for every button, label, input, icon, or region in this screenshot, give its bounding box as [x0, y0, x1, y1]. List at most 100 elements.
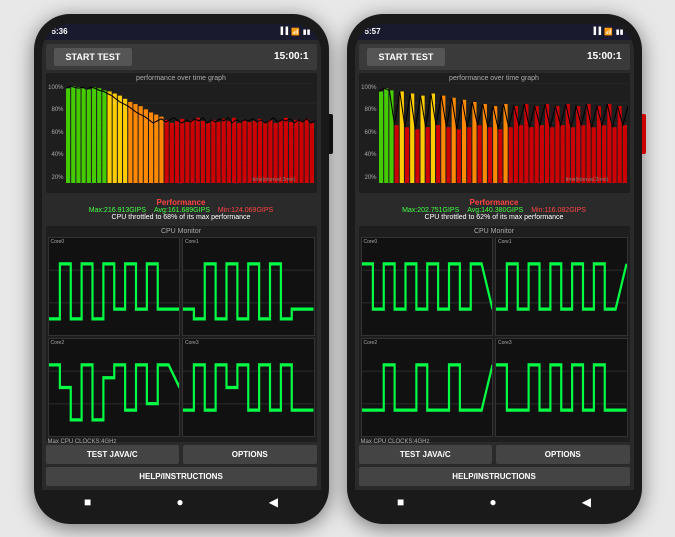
timer-1: 15:00:1 — [274, 51, 308, 62]
cpu-cell-1-3: Core2 — [48, 338, 181, 437]
test-javac-btn-1[interactable]: TEST JAVA/C — [46, 445, 180, 464]
cpu-cell-label-2-1: Core0 — [364, 239, 378, 245]
cpu-wave-svg-2-2 — [496, 238, 627, 335]
perf-label-1: Performance — [46, 198, 317, 207]
cpu-wave-svg-1-3 — [49, 339, 180, 436]
phone-2-screen: 5:57 ▐▐ 📶 ▮▮ START TEST 15:00:1 performa… — [355, 24, 634, 514]
top-bar-2: START TEST 15:00:1 — [359, 44, 630, 70]
y-label-100-2: 100% — [361, 85, 379, 91]
svg-text:time(interval 2min): time(interval 2min) — [252, 176, 295, 182]
cpu-wave-svg-1-1 — [49, 238, 180, 335]
nav-square-2[interactable]: ■ — [397, 495, 404, 509]
cpu-wave-svg-1-4 — [183, 339, 314, 436]
cpu-monitor-2: CPU Monitor Core0 Core1 — [359, 226, 630, 442]
nav-triangle-2[interactable]: ◀ — [582, 495, 591, 509]
wifi-icon-1: 📶 — [291, 28, 300, 36]
cpu-wave-svg-2-4 — [496, 339, 627, 436]
cpu-cell-1-1: Core0 — [48, 237, 181, 336]
phone-2: 5:57 ▐▐ 📶 ▮▮ START TEST 15:00:1 performa… — [347, 14, 642, 524]
perf-max-2: Max:202.751GIPS — [402, 207, 459, 214]
perf-min-1: Min:124.069GIPS — [218, 207, 273, 214]
throttle-text-1: CPU throttled to 68% of its max performa… — [46, 214, 317, 221]
perf-stats-1: Performance Max:216.913GIPS Avg:161.689G… — [46, 196, 317, 223]
graph-area-1: time(interval 2min) — [66, 83, 315, 183]
perf-svg-1: time(interval 2min) — [66, 83, 315, 183]
perf-avg-1: Avg:161.689GIPS — [154, 207, 210, 214]
help-btn-2[interactable]: HELP/INSTRUCTIONS — [359, 467, 630, 486]
perf-values-1: Max:216.913GIPS Avg:161.689GIPS Min:124.… — [46, 207, 317, 214]
y-label-100-1: 100% — [48, 85, 66, 91]
perf-canvas-2: 100% 80% 60% 40% 20% — [361, 83, 628, 183]
perf-canvas-1: 100% 80% 60% 40% 20% — [48, 83, 315, 183]
nav-bar-2: ■ ● ◀ — [355, 490, 634, 514]
cpu-cell-1-4: Core3 — [182, 338, 315, 437]
cpu-grid-2: Core0 Core1 — [361, 237, 628, 437]
app-content-1: START TEST 15:00:1 performance over time… — [42, 40, 321, 490]
options-btn-1[interactable]: OPTIONS — [183, 445, 317, 464]
cpu-cell-label-1-4: Core3 — [185, 340, 199, 346]
cpu-monitor-1: CPU Monitor Core0 Core1 — [46, 226, 317, 442]
signal-icon-2: ▐▐ — [591, 28, 601, 35]
battery-icon-1: ▮▮ — [303, 28, 311, 36]
phone-1-screen: 5:36 ▐▐ 📶 ▮▮ START TEST 15:00:1 performa… — [42, 24, 321, 514]
phone-1: 5:36 ▐▐ 📶 ▮▮ START TEST 15:00:1 performa… — [34, 14, 329, 524]
status-icons-1: ▐▐ 📶 ▮▮ — [278, 28, 310, 36]
perf-graph-2: performance over time graph 100% 80% 60%… — [359, 73, 630, 193]
graph-area-2: time(interval 2min) — [379, 83, 628, 183]
help-btn-1[interactable]: HELP/INSTRUCTIONS — [46, 467, 317, 486]
y-axis-1: 100% 80% 60% 40% 20% — [48, 83, 66, 183]
status-time-1: 5:36 — [52, 27, 68, 36]
cpu-cell-label-1-1: Core0 — [51, 239, 65, 245]
nav-square-1[interactable]: ■ — [84, 495, 91, 509]
svg-text:time(interval 2min): time(interval 2min) — [565, 176, 608, 182]
side-button-2 — [642, 114, 646, 154]
perf-values-2: Max:202.751GIPS Avg:140.380GIPS Min:116.… — [359, 207, 630, 214]
perf-max-1: Max:216.913GIPS — [89, 207, 146, 214]
perf-label-2: Performance — [359, 198, 630, 207]
throttle-text-2: CPU throttled to 62% of its max performa… — [359, 214, 630, 221]
timer-2: 15:00:1 — [587, 51, 621, 62]
cpu-cell-label-2-3: Core2 — [364, 340, 378, 346]
nav-circle-2[interactable]: ● — [489, 495, 496, 509]
perf-avg-2: Avg:140.380GIPS — [467, 207, 523, 214]
signal-icon-1: ▐▐ — [278, 28, 288, 35]
cpu-cell-label-1-2: Core1 — [185, 239, 199, 245]
cpu-wave-svg-2-1 — [362, 238, 493, 335]
y-label-60-2: 60% — [361, 130, 379, 136]
status-bar-1: 5:36 ▐▐ 📶 ▮▮ — [42, 24, 321, 40]
nav-circle-1[interactable]: ● — [176, 495, 183, 509]
status-time-2: 5:57 — [365, 27, 381, 36]
status-icons-2: ▐▐ 📶 ▮▮ — [591, 28, 623, 36]
side-button-1 — [329, 114, 333, 154]
start-test-btn-2[interactable]: START TEST — [367, 48, 446, 66]
perf-stats-2: Performance Max:202.751GIPS Avg:140.380G… — [359, 196, 630, 223]
cpu-cell-2-3: Core2 — [361, 338, 494, 437]
battery-icon-2: ▮▮ — [616, 28, 624, 36]
cpu-wave-svg-2-3 — [362, 339, 493, 436]
bottom-row-1: TEST JAVA/C OPTIONS — [46, 445, 317, 464]
cpu-cell-label-2-2: Core1 — [498, 239, 512, 245]
y-label-80-2: 80% — [361, 107, 379, 113]
cpu-cell-2-1: Core0 — [361, 237, 494, 336]
bottom-area-1: TEST JAVA/C OPTIONS HELP/INSTRUCTIONS — [46, 445, 317, 486]
perf-min-2: Min:116.082GIPS — [531, 207, 586, 214]
status-bar-2: 5:57 ▐▐ 📶 ▮▮ — [355, 24, 634, 40]
cpu-grid-1: Core0 Core1 — [48, 237, 315, 437]
bottom-area-2: TEST JAVA/C OPTIONS HELP/INSTRUCTIONS — [359, 445, 630, 486]
test-javac-btn-2[interactable]: TEST JAVA/C — [359, 445, 493, 464]
start-test-btn-1[interactable]: START TEST — [54, 48, 133, 66]
y-label-80-1: 80% — [48, 107, 66, 113]
wifi-icon-2: 📶 — [604, 28, 613, 36]
graph-title-1: performance over time graph — [48, 75, 315, 82]
y-label-20-2: 20% — [361, 175, 379, 181]
nav-triangle-1[interactable]: ◀ — [269, 495, 278, 509]
cpu-monitor-title-1: CPU Monitor — [48, 228, 315, 235]
y-label-40-2: 40% — [361, 152, 379, 158]
perf-graph-1: performance over time graph 100% 80% 60%… — [46, 73, 317, 193]
top-bar-1: START TEST 15:00:1 — [46, 44, 317, 70]
cpu-monitor-title-2: CPU Monitor — [361, 228, 628, 235]
cpu-wave-svg-1-2 — [183, 238, 314, 335]
cpu-cell-2-4: Core3 — [495, 338, 628, 437]
y-label-20-1: 20% — [48, 175, 66, 181]
options-btn-2[interactable]: OPTIONS — [496, 445, 630, 464]
